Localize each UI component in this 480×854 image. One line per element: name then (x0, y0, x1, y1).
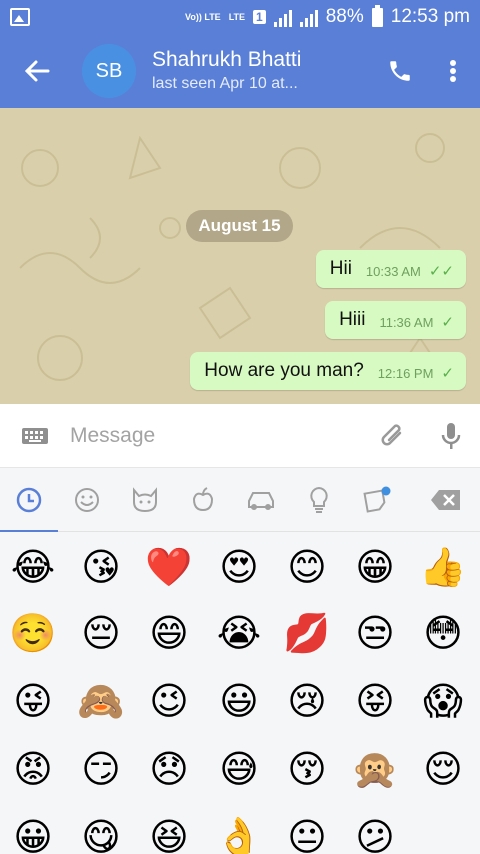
emoji-key[interactable]: 😞 (145, 746, 193, 794)
tab-animals[interactable] (116, 468, 174, 532)
battery-icon (371, 4, 383, 27)
emoji-key[interactable]: 😄 (145, 610, 193, 658)
back-arrow-icon (24, 60, 50, 82)
message-bubble[interactable]: Hii 10:33 AM ✓✓ (315, 250, 466, 288)
backspace-icon (431, 489, 460, 510)
emoji-key[interactable]: 😘 (77, 544, 125, 592)
volte-indicator: Vo)) LTE (185, 11, 221, 22)
emoji-key[interactable]: 😍 (215, 544, 263, 592)
chat-header: SB Shahrukh Bhatti last seen Apr 10 at..… (0, 34, 480, 108)
emoji-key[interactable]: 😐 (283, 814, 331, 854)
emoji-key[interactable]: 😋 (77, 814, 125, 854)
food-icon (192, 486, 214, 511)
emoji-key[interactable]: 😢 (283, 678, 331, 726)
message-time: 10:33 AM (365, 263, 421, 279)
tab-smileys[interactable] (58, 468, 116, 532)
tab-stickers[interactable] (348, 468, 406, 532)
avatar[interactable]: SB (82, 44, 136, 98)
emoji-key[interactable]: 👍 (419, 544, 467, 592)
emoji-key[interactable]: 😳 (419, 610, 467, 658)
emoji-key[interactable]: 😏 (77, 746, 125, 794)
tab-objects[interactable] (290, 468, 348, 532)
clock: 12:53 pm (390, 6, 470, 27)
emoji-key[interactable]: 😅 (215, 746, 263, 794)
emoji-key[interactable]: 😕 (351, 814, 399, 854)
message-text: Hiii (339, 309, 366, 330)
chat-area[interactable]: August 15 Hii 10:33 AM ✓✓ Hiii 11:36 AM … (0, 108, 480, 404)
sim-icon: 1 (253, 10, 266, 24)
emoji-key[interactable]: 😊 (283, 544, 331, 592)
recent-icon (16, 487, 42, 512)
emoji-key[interactable]: 💋 (283, 610, 331, 658)
animals-icon (133, 486, 157, 512)
emoji-grid: 😂 😘 ❤️ 😍 😊 😁 👍 ☺️ 😔 😄 😭 💋 😒 😳 😜 🙈 😉 😃 😢 😝 😱 😡 😏 😞 😅 😚 🙊 😌 😀 😋 😆 👌 😐 😕 (0, 532, 480, 854)
emoji-key[interactable]: 😆 (145, 814, 193, 854)
emoji-key[interactable]: 😜 (9, 678, 57, 726)
travel-icon (248, 491, 274, 510)
emoji-category-tabs (0, 468, 480, 533)
objects-icon (310, 486, 328, 513)
message-text: How are you man? (204, 360, 364, 381)
emoji-key[interactable]: 😌 (419, 746, 467, 794)
signal-icon (273, 7, 292, 27)
contact-name: Shahrukh Bhatti (152, 48, 302, 71)
message-input[interactable] (70, 423, 364, 448)
keyboard-icon (22, 427, 48, 444)
emoji-key[interactable]: ❤️ (145, 544, 193, 592)
signal-icon-2 (299, 7, 318, 27)
lte-indicator: LTE (228, 11, 246, 22)
more-vert-icon (450, 60, 456, 82)
call-button[interactable] (374, 34, 426, 108)
emoji-key[interactable]: 😭 (215, 610, 263, 658)
backspace-button[interactable] (412, 468, 480, 532)
message-bubble[interactable]: How are you man? 12:16 PM ✓ (190, 352, 466, 390)
last-seen-status: last seen Apr 10 at... (152, 75, 298, 92)
emoji-key[interactable]: 😃 (215, 678, 263, 726)
emoji-key[interactable]: 😔 (77, 610, 125, 658)
emoji-key[interactable]: ☺️ (9, 610, 57, 658)
emoji-key[interactable]: 😉 (145, 678, 193, 726)
back-button[interactable] (0, 34, 74, 108)
phone-icon (390, 61, 410, 81)
stickers-icon (363, 486, 391, 513)
emoji-key[interactable]: 😁 (351, 544, 399, 592)
keyboard-toggle-button[interactable] (0, 427, 70, 445)
message-time: 11:36 AM (379, 314, 434, 330)
tab-food[interactable] (174, 468, 232, 532)
emoji-key[interactable]: 🙊 (351, 746, 399, 794)
smileys-icon (75, 487, 99, 512)
battery-percent: 88% (325, 6, 364, 27)
status-bar: Vo)) LTE LTE 1 88% 12:53 pm (0, 0, 480, 34)
tab-travel[interactable] (232, 468, 290, 532)
message-text: Hii (329, 258, 352, 279)
message-bubble[interactable]: Hiii 11:36 AM ✓ (325, 301, 466, 339)
emoji-key[interactable]: 👌 (215, 814, 263, 854)
emoji-key[interactable]: 😒 (351, 610, 399, 658)
emoji-key[interactable]: 😱 (419, 678, 467, 726)
gallery-notification-icon (10, 8, 30, 26)
emoji-key[interactable]: 😡 (9, 746, 57, 794)
message-time: 12:16 PM (377, 365, 434, 381)
mic-button[interactable] (422, 404, 480, 468)
double-check-icon: ✓✓ (428, 263, 454, 280)
emoji-key[interactable]: 😝 (351, 678, 399, 726)
paperclip-icon (381, 423, 402, 445)
more-options-button[interactable] (426, 34, 480, 108)
contact-info[interactable]: Shahrukh Bhatti last seen Apr 10 at... (152, 47, 374, 95)
check-icon: ✓ (441, 314, 454, 331)
tab-recent[interactable] (0, 468, 58, 533)
compose-bar (0, 404, 480, 468)
check-icon: ✓ (441, 365, 454, 382)
date-chip: August 15 (186, 210, 293, 242)
emoji-key[interactable]: 😚 (283, 746, 331, 794)
emoji-key[interactable]: 😂 (9, 544, 57, 592)
emoji-key[interactable]: 🙈 (77, 678, 125, 726)
attach-button[interactable] (364, 404, 422, 468)
emoji-key[interactable]: 😀 (9, 814, 57, 854)
microphone-icon (441, 422, 461, 449)
